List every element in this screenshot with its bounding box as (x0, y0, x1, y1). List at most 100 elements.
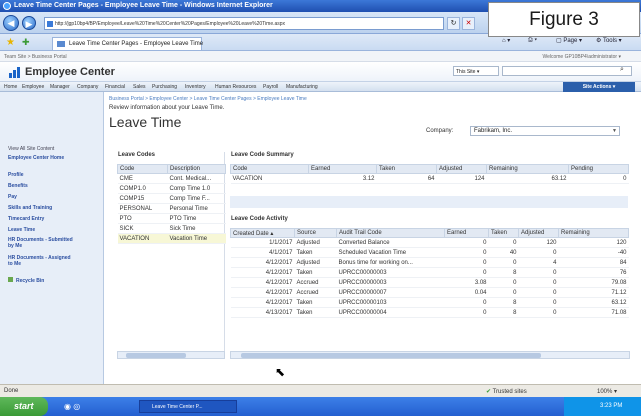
summary-table: Code Earned Taken Adjusted Remaining Pending … (230, 164, 629, 184)
column-header-earned[interactable]: Earned (308, 164, 377, 174)
nav-financial[interactable]: Financial (105, 84, 125, 90)
sidebar-item-profile[interactable]: Profile (8, 172, 24, 178)
column-header-remaining[interactable]: Remaining (558, 228, 629, 238)
chevron-down-icon: ▼ (612, 128, 617, 134)
home-icon[interactable]: ⌂ ▾ (502, 37, 510, 44)
address-field[interactable]: http://jgp10bp4/BP/Employee/Leave%20Time… (44, 17, 444, 30)
table-row[interactable]: SICK Sick Time (117, 223, 226, 234)
nav-home[interactable]: Home (4, 84, 17, 90)
refresh-icon[interactable]: ↻ (447, 17, 460, 30)
table-row[interactable]: COMP1.0 Comp Time 1.0 (117, 183, 226, 194)
sidebar-item-hr-submitted[interactable]: HR Documents - Submitted by Me (8, 237, 74, 249)
start-button[interactable]: start (0, 397, 48, 416)
table-row[interactable]: PERSONAL Personal Time (117, 203, 226, 214)
table-row[interactable]: 4/12/2017 Taken UPRCC00000003 0 8 0 76 (230, 267, 629, 278)
leave-codes-scrollbar[interactable] (117, 351, 225, 359)
column-header-taken[interactable]: Taken (488, 228, 519, 238)
page-breadcrumb[interactable]: Business Portal > Employee Center > Leav… (109, 96, 307, 102)
table-row[interactable]: 4/1/2017 Taken Scheduled Vacation Time 0 40 0… (230, 247, 629, 258)
nav-human-resources[interactable]: Human Resources (215, 84, 256, 90)
nav-manufacturing[interactable]: Manufacturing (286, 84, 318, 90)
leave-activity-panel: Leave Code Activity Created Date ▴ Source… (230, 216, 630, 366)
page-menu[interactable]: ▢ Page ▾ (556, 37, 582, 44)
sidebar-item-leave-time[interactable]: Leave Time (8, 227, 35, 233)
column-header-code[interactable]: Code (230, 164, 309, 174)
column-header-code[interactable]: Code (117, 164, 168, 174)
column-header-taken[interactable]: Taken (376, 164, 437, 174)
page-icon (47, 21, 53, 27)
team-site-link[interactable]: Team Site > Business Portal (4, 54, 67, 60)
company-label: Company: (426, 128, 454, 134)
table-row[interactable]: COMP15 Comp Time F... (117, 193, 226, 204)
site-search-input[interactable] (502, 66, 632, 76)
portal-breadcrumb: Team Site > Business Portal Welcome GP10B… (0, 51, 641, 62)
column-header-audit-trail[interactable]: Audit Trail Code (336, 228, 445, 238)
table-row[interactable]: CME Cont. Medical... (117, 173, 226, 184)
main-content: Business Portal > Employee Center > Leav… (105, 92, 641, 384)
table-row[interactable]: 4/12/2017 Adjusted Bonus time for working … (230, 257, 629, 268)
stop-icon[interactable]: ✕ (462, 17, 475, 30)
check-icon: ✔ (486, 389, 492, 395)
sidebar-item-timecard[interactable]: Timecard Entry (8, 216, 44, 222)
column-header-description[interactable]: Description (167, 164, 226, 174)
table-row[interactable]: 4/13/2017 Taken UPRCC00000004 0 8 0 71.08 (230, 307, 629, 318)
quick-launch-icons[interactable]: ◉ ◎ (64, 402, 80, 411)
sidebar-item-benefits[interactable]: Benefits (8, 183, 28, 189)
column-header-earned[interactable]: Earned (444, 228, 489, 238)
search-icon[interactable]: ⌕ (620, 66, 624, 74)
nav-inventory[interactable]: Inventory (185, 84, 206, 90)
table-row[interactable]: 4/12/2017 Accrued UPRCC00000007 0.04 0 0 71.12 (230, 287, 629, 298)
column-header-pending[interactable]: Pending (568, 164, 629, 174)
leave-codes-panel: Leave Codes Code Description CME Cont. Med… (117, 152, 226, 352)
company-select[interactable]: Fabrikam, Inc. ▼ (470, 126, 620, 136)
search-scope-select[interactable]: This Site ▾ (453, 66, 499, 76)
recycle-bin-icon (8, 277, 13, 282)
column-header-adjusted[interactable]: Adjusted (436, 164, 487, 174)
column-header-created-date[interactable]: Created Date ▴ (230, 228, 295, 238)
nav-manager[interactable]: Manager (50, 84, 70, 90)
table-row[interactable]: 1/1/2017 Adjusted Converted Balance 0 0 120 12… (230, 237, 629, 248)
sidebar-item-pay[interactable]: Pay (8, 194, 17, 200)
window-title: Leave Time Center Pages - Employee Leave… (14, 2, 273, 9)
forward-icon[interactable]: ▶ (22, 16, 36, 30)
page-description: Review information about your Leave Time… (109, 105, 225, 111)
quick-launch: View All Site Content Employee Center Ho… (0, 92, 104, 384)
recycle-bin-link[interactable]: Recycle Bin (8, 277, 44, 284)
top-navigation: Home Employee Manager Company Financial … (0, 81, 641, 92)
status-text: Done (4, 388, 19, 394)
back-icon[interactable]: ◀ (3, 15, 19, 31)
welcome-menu[interactable]: Welcome GP10BP4\administrator ▾ (542, 54, 621, 60)
nav-employee[interactable]: Employee (22, 84, 44, 90)
table-row[interactable]: PTO PTO Time (117, 213, 226, 224)
tools-menu[interactable]: ⚙ Tools ▾ (596, 37, 622, 44)
nav-payroll[interactable]: Payroll (263, 84, 278, 90)
add-favorites-icon[interactable]: ✚ (22, 37, 30, 48)
zoom-level[interactable]: 100% ▾ (597, 388, 617, 395)
taskbar-ie-button[interactable]: Leave Time Center P... (139, 400, 237, 413)
page-title: Leave Time (109, 114, 182, 130)
nav-sales[interactable]: Sales (133, 84, 146, 90)
print-icon[interactable]: ⎙ ▾ (528, 37, 537, 44)
nav-company[interactable]: Company (77, 84, 98, 90)
column-header-remaining[interactable]: Remaining (486, 164, 569, 174)
ie-icon (3, 2, 11, 10)
column-header-source[interactable]: Source (294, 228, 337, 238)
column-header-adjusted[interactable]: Adjusted (518, 228, 559, 238)
view-all-content-link[interactable]: View All Site Content (8, 146, 54, 152)
activity-scrollbar[interactable] (230, 351, 630, 359)
table-row[interactable]: VACATION Vacation Time (117, 233, 226, 244)
table-row[interactable]: 4/12/2017 Taken UPRCC00000103 0 8 0 63.12 (230, 297, 629, 308)
favorites-star-icon[interactable]: ★ (6, 37, 15, 48)
site-logo-icon (9, 67, 22, 78)
site-actions-button[interactable]: Site Actions ▾ (563, 82, 635, 92)
browser-tab[interactable]: Leave Time Center Pages - Employee Leave… (52, 37, 203, 50)
sidebar-item-employee-center-home[interactable]: Employee Center Home (8, 155, 68, 161)
table-row[interactable]: 4/12/2017 Accrued UPRCC00000003 3.08 0 0 79.08 (230, 277, 629, 288)
sidebar-item-skills[interactable]: Skills and Training (8, 205, 52, 211)
activity-table: Created Date ▴ Source Audit Trail Code Earn… (230, 228, 629, 318)
table-row[interactable]: VACATION 3.12 64 124 63.12 0 (230, 173, 629, 184)
leave-codes-table: Code Description CME Cont. Medical... COMP… (117, 164, 226, 244)
clock: 3:23 PM (600, 403, 623, 409)
sidebar-item-hr-assigned[interactable]: HR Documents - Assigned to Me (8, 255, 74, 267)
nav-purchasing[interactable]: Purchasing (152, 84, 177, 90)
